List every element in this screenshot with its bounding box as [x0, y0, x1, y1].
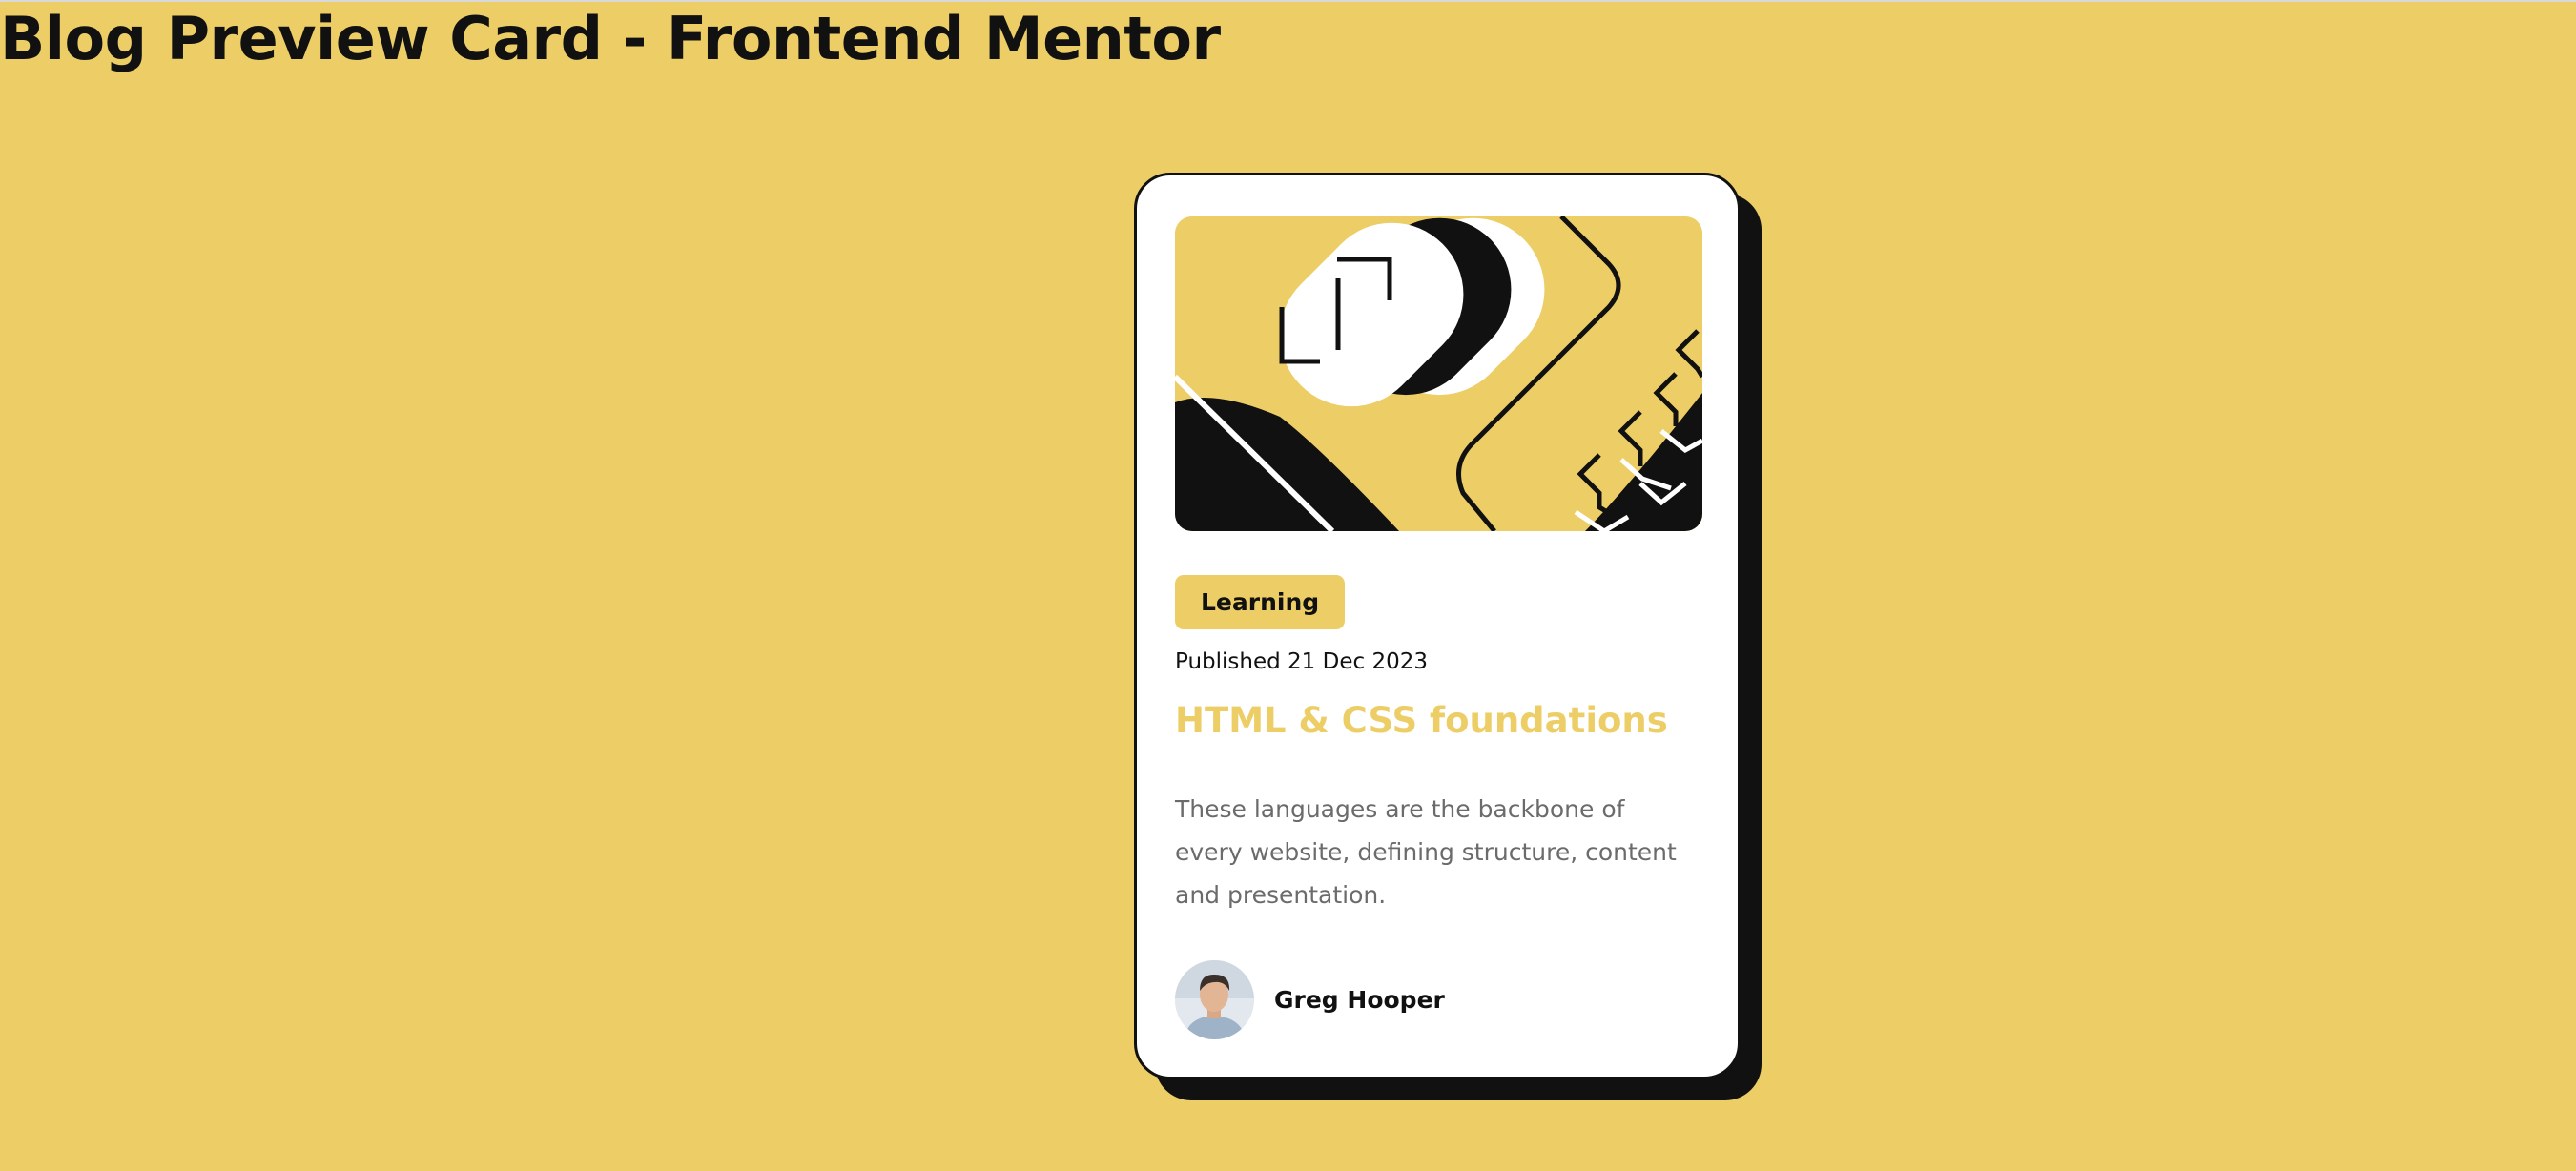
author: Greg Hooper	[1175, 960, 1445, 1039]
post-excerpt: These languages are the backbone of ever…	[1175, 795, 1677, 909]
article-illustration	[1175, 216, 1702, 531]
author-name: Greg Hooper	[1274, 986, 1445, 1014]
blog-preview-card: Learning Published 21 Dec 2023 HTML & CS…	[1134, 173, 1741, 1079]
page-title: Blog Preview Card - Frontend Mentor	[0, 4, 1221, 73]
avatar	[1175, 960, 1254, 1039]
post-title-link[interactable]: HTML & CSS foundations	[1175, 700, 1668, 742]
category-tag: Learning	[1175, 575, 1346, 629]
published-date: Published 21 Dec 2023	[1175, 649, 1428, 674]
